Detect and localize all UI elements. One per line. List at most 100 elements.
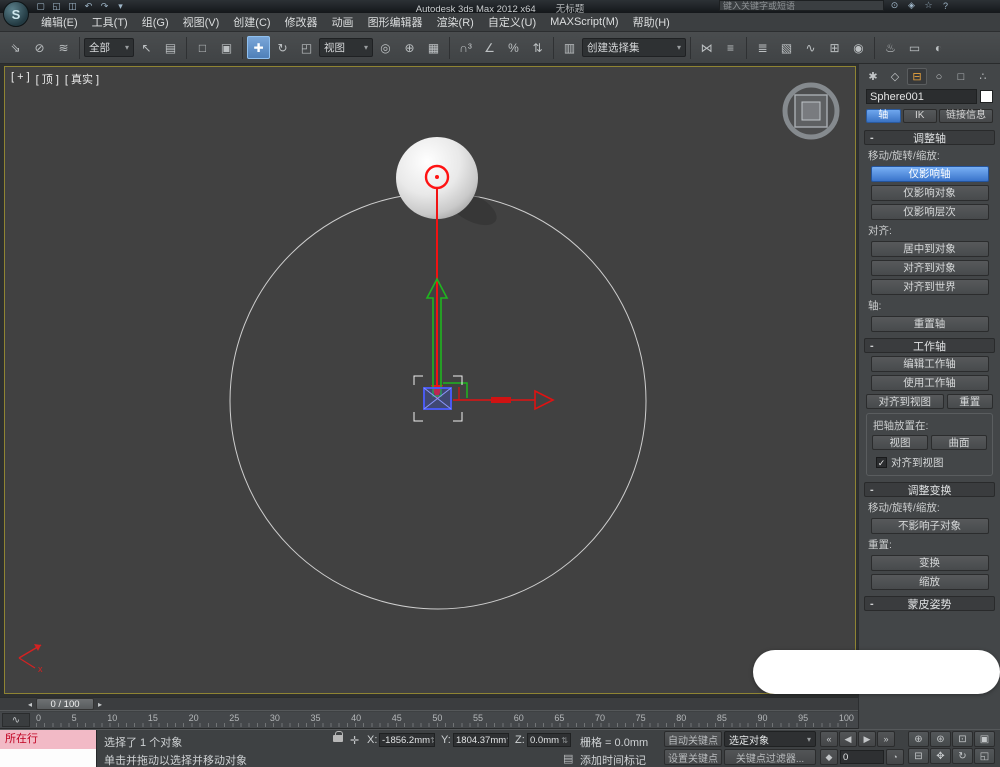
- affect-object-only-button[interactable]: 仅影响对象: [871, 185, 989, 201]
- key-filter-scope-dropdown[interactable]: 选定对象 ▾: [724, 731, 816, 747]
- reset-pivot-button[interactable]: 重置轴: [871, 316, 989, 332]
- new-scene-button[interactable]: ▢: [34, 1, 47, 12]
- viewport-menu-shading[interactable]: [ 真实 ]: [65, 71, 99, 87]
- spinner-snap-toggle[interactable]: ⇅: [526, 36, 549, 59]
- top-viewport[interactable]: [ + ] [ 顶 ] [ 真实 ]: [4, 66, 856, 694]
- rectangular-selection-region-button[interactable]: □: [191, 36, 214, 59]
- zoom-button[interactable]: ⊕: [908, 731, 929, 747]
- key-filters-button[interactable]: 关键点过滤器...: [724, 749, 816, 765]
- menu-item-1[interactable]: 编辑(E): [34, 12, 85, 32]
- layer-manager-button[interactable]: ≣: [751, 36, 774, 59]
- place-pivot-surface-button[interactable]: 曲面: [931, 435, 987, 450]
- menu-item-7[interactable]: 动画: [325, 12, 361, 32]
- tab-link-info[interactable]: 链接信息: [939, 109, 993, 123]
- create-tab[interactable]: ✱: [863, 68, 883, 85]
- keyboard-shortcut-override-toggle[interactable]: ▦: [422, 36, 445, 59]
- menu-item-11[interactable]: MAXScript(M): [543, 14, 625, 30]
- menu-item-5[interactable]: 创建(C): [226, 12, 277, 32]
- menu-item-3[interactable]: 组(G): [135, 12, 176, 32]
- x-coordinate-field[interactable]: -1856.2mm⇅: [379, 733, 435, 747]
- listener-line[interactable]: [0, 749, 96, 767]
- tab-pivot[interactable]: 轴: [866, 109, 901, 123]
- select-and-scale-button[interactable]: ◰: [295, 36, 318, 59]
- viewcube[interactable]: [785, 85, 837, 137]
- auto-key-toggle[interactable]: 自动关键点: [664, 731, 722, 747]
- use-working-pivot-button[interactable]: 使用工作轴: [871, 375, 989, 391]
- motion-tab[interactable]: ○: [929, 68, 949, 85]
- current-frame-field[interactable]: 0: [840, 750, 884, 764]
- redo-button[interactable]: ↷: [98, 1, 111, 12]
- select-and-rotate-button[interactable]: ↻: [271, 36, 294, 59]
- menu-item-6[interactable]: 修改器: [278, 12, 325, 32]
- place-pivot-view-button[interactable]: 视图: [872, 435, 928, 450]
- favorites-star-icon[interactable]: ☆: [922, 0, 935, 11]
- menu-item-9[interactable]: 渲染(R): [430, 12, 481, 32]
- save-file-button[interactable]: ◫: [66, 1, 79, 12]
- selection-filter-dropdown[interactable]: 全部▾: [84, 38, 134, 57]
- application-menu-button[interactable]: S: [3, 1, 29, 27]
- set-key-button[interactable]: 设置关键点: [664, 749, 722, 765]
- render-production-button[interactable]: ◐: [927, 36, 950, 59]
- macro-recorder-line[interactable]: 所在行: [0, 730, 96, 749]
- edit-named-selection-sets-button[interactable]: ▥: [558, 36, 581, 59]
- selection-lock-toggle[interactable]: [333, 730, 343, 745]
- spinner-icon[interactable]: ⇅: [430, 736, 435, 745]
- play-button[interactable]: ▶: [858, 731, 876, 747]
- center-to-object-button[interactable]: 居中到对象: [871, 241, 989, 257]
- track-bar[interactable]: ∿ 05101520253035404550556065707580859095…: [0, 712, 858, 729]
- menu-item-8[interactable]: 图形编辑器: [361, 12, 430, 32]
- rollout-skin-pose[interactable]: - 蒙皮姿势: [864, 596, 995, 611]
- rollout-adjust-pivot[interactable]: - 调整轴: [864, 130, 995, 145]
- menu-item-10[interactable]: 自定义(U): [481, 12, 543, 32]
- orbit-button[interactable]: ↻: [952, 748, 973, 764]
- zoom-extents-all-button[interactable]: ▣: [974, 731, 995, 747]
- align-to-view-checkbox[interactable]: ✓: [876, 457, 887, 468]
- select-by-name-button[interactable]: ▤: [159, 36, 182, 59]
- render-setup-button[interactable]: ♨: [879, 36, 902, 59]
- unlink-selection-button[interactable]: ⊘: [28, 36, 51, 59]
- time-configuration-button[interactable]: ◔: [886, 749, 904, 765]
- viewport-menu-view[interactable]: [ 顶 ]: [36, 71, 59, 87]
- go-to-start-button[interactable]: «: [820, 731, 838, 747]
- search-icon[interactable]: ⊙: [888, 0, 901, 11]
- time-slider-thumb[interactable]: 0 / 100: [36, 698, 94, 710]
- hierarchy-tab[interactable]: ⊟: [907, 68, 927, 85]
- modify-tab[interactable]: ◇: [885, 68, 905, 85]
- align-button[interactable]: ≡: [719, 36, 742, 59]
- absolute-mode-toggle[interactable]: ✛: [350, 734, 359, 747]
- timeline-previous-frame-nub[interactable]: ◂: [24, 698, 36, 710]
- previous-frame-button[interactable]: ◀: [839, 731, 857, 747]
- select-and-link-button[interactable]: ⇘: [4, 36, 27, 59]
- graphite-modeling-tools-toggle[interactable]: ▧: [775, 36, 798, 59]
- maximize-viewport-toggle[interactable]: ◱: [974, 748, 995, 764]
- rendered-frame-window-button[interactable]: ▭: [903, 36, 926, 59]
- menu-item-2[interactable]: 工具(T): [85, 12, 135, 32]
- display-tab[interactable]: □: [951, 68, 971, 85]
- help-icon[interactable]: ?: [939, 0, 952, 11]
- viewport-menu-general[interactable]: [ + ]: [11, 71, 30, 87]
- z-coordinate-field[interactable]: 0.0mm⇅: [527, 733, 571, 747]
- time-slider[interactable]: ◂ 0 / 100 ▸: [0, 697, 858, 711]
- object-color-swatch[interactable]: [980, 90, 993, 103]
- zoom-extents-button[interactable]: ⊡: [952, 731, 973, 747]
- spinner-icon[interactable]: ⇅: [506, 736, 509, 745]
- select-object-button[interactable]: ↖: [135, 36, 158, 59]
- angle-snap-toggle[interactable]: ∠: [478, 36, 501, 59]
- align-to-view-button[interactable]: 对齐到视图: [866, 394, 944, 409]
- named-selection-sets-dropdown[interactable]: 创建选择集▾: [582, 38, 686, 57]
- bind-to-space-warp-button[interactable]: ≋: [52, 36, 75, 59]
- affect-hierarchy-only-button[interactable]: 仅影响层次: [871, 204, 989, 220]
- material-editor-button[interactable]: ◉: [847, 36, 870, 59]
- align-to-object-button[interactable]: 对齐到对象: [871, 260, 989, 276]
- reset-transform-button[interactable]: 变换: [871, 555, 989, 571]
- rollout-adjust-transform[interactable]: - 调整变换: [864, 482, 995, 497]
- reset-scale-button[interactable]: 缩放: [871, 574, 989, 590]
- zoom-all-button[interactable]: ⊛: [930, 731, 951, 747]
- timeline-next-frame-nub[interactable]: ▸: [94, 698, 106, 710]
- spinner-icon[interactable]: ⇅: [561, 736, 568, 745]
- utilities-tab[interactable]: ∴: [973, 68, 993, 85]
- dont-affect-children-button[interactable]: 不影响子对象: [871, 518, 989, 534]
- percent-snap-toggle[interactable]: %: [502, 36, 525, 59]
- tab-ik[interactable]: IK: [903, 109, 938, 123]
- mini-curve-editor-button[interactable]: ∿: [2, 713, 30, 727]
